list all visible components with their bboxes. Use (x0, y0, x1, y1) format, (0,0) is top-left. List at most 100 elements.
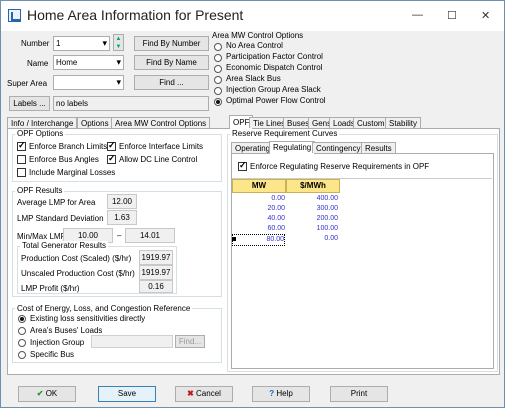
cancel-label: Cancel (196, 389, 221, 398)
table-cell[interactable]: 300.00 (286, 204, 338, 214)
table-cell[interactable]: 0.00 (286, 234, 338, 244)
super-area-dropdown[interactable] (53, 75, 124, 90)
table-cell[interactable]: 40.00 (232, 214, 285, 224)
table-cell[interactable]: 400.00 (286, 194, 338, 204)
name-dropdown[interactable]: Home (53, 55, 124, 70)
mw-radio-1[interactable] (214, 54, 222, 62)
mw-option-label: Area Slack Bus (226, 74, 281, 83)
avg-lmp-label: Average LMP for Area (17, 198, 96, 207)
table-cell[interactable]: 60.00 (232, 224, 285, 234)
lmp-profit-value: 0.16 (139, 280, 173, 293)
table-cell[interactable]: 20.00 (232, 204, 285, 214)
mw-radio-5[interactable] (214, 98, 222, 106)
column-header-mw[interactable]: MW (232, 179, 286, 193)
tab-stability[interactable]: Stability (385, 117, 422, 128)
check-icon: ✔ (36, 389, 46, 398)
number-dropdown[interactable]: 1 (53, 36, 110, 51)
table-cell[interactable]: 200.00 (286, 214, 338, 224)
cost-ref-radio-0[interactable] (18, 315, 26, 323)
print-button[interactable]: Print (330, 386, 388, 402)
table-cell[interactable]: 100.00 (286, 224, 338, 234)
max-lmp-value: 14.01 (125, 228, 175, 243)
cost-ref-find-button[interactable]: Find... (175, 335, 205, 348)
enforce-regulating-checkbox[interactable] (238, 160, 247, 171)
cost-ref-option-label: Specific Bus (30, 350, 75, 359)
mw-radio-0[interactable] (214, 43, 222, 51)
avg-lmp-value: 12.00 (107, 194, 137, 209)
ok-label: OK (45, 389, 58, 398)
cost-ref-radio-2[interactable] (18, 339, 26, 347)
cross-icon: ✖ (187, 389, 197, 398)
column-header-price[interactable]: $/MWh (286, 179, 340, 193)
reserve-tab-regulating[interactable]: Regulating (269, 141, 316, 154)
window-title: Home Area Information for Present (27, 7, 244, 23)
number-spinner[interactable]: ▲ ▼ (113, 34, 124, 51)
ok-button[interactable]: ✔ OK (18, 386, 76, 402)
gen-results-title: Total Generator Results (20, 241, 109, 250)
opf-results-title: OPF Results (15, 186, 65, 195)
minimize-button[interactable]: — (412, 9, 423, 21)
minmax-lmp-label: Min/Max LMP (17, 232, 66, 241)
include-marginal-losses-checkbox[interactable] (17, 168, 26, 177)
save-button[interactable]: Save (98, 386, 156, 402)
tab-options[interactable]: Options (77, 117, 113, 128)
allow-dc-line-label: Allow DC Line Control (119, 155, 198, 164)
row-marker (232, 237, 236, 241)
find-button[interactable]: Find ... (134, 75, 209, 90)
lmp-profit-label: LMP Profit ($/hr) (21, 284, 80, 293)
enforce-bus-angles-label: Enforce Bus Angles (29, 155, 99, 164)
scaled-cost-value: 1919.97 (139, 250, 173, 265)
cost-ref-radio-1[interactable] (18, 327, 26, 335)
mw-option-label: Injection Group Area Slack (226, 85, 321, 94)
enforce-regulating-label: Enforce Regulating Reserve Requirements … (250, 162, 430, 171)
reserve-tab-operating[interactable]: Operating (231, 142, 275, 153)
reserve-title: Reserve Requirement Curves (230, 129, 340, 138)
find-by-number-button[interactable]: Find By Number (134, 36, 209, 51)
name-label: Name (27, 59, 49, 68)
scaled-cost-label: Production Cost (Scaled) ($/hr) (21, 254, 132, 263)
mw-radio-4[interactable] (214, 87, 222, 95)
maximize-button[interactable]: ☐ (447, 9, 457, 22)
app-icon (8, 9, 21, 22)
unscaled-cost-label: Unscaled Production Cost ($/hr) (21, 269, 135, 278)
labels-button[interactable]: Labels ... (9, 96, 50, 111)
injection-group-field[interactable] (91, 335, 173, 348)
help-label: Help (276, 389, 293, 398)
reserve-tab-contingency[interactable]: Contingency (312, 142, 365, 153)
lmp-std-value: 1.63 (107, 210, 137, 225)
tab-info-interchange[interactable]: Info / Interchange (7, 117, 78, 128)
mw-option-label: Optimal Power Flow Control (226, 96, 326, 105)
mw-control-title: Area MW Control Options (212, 31, 304, 40)
enforce-bus-angles-checkbox[interactable] (17, 155, 26, 164)
mw-radio-2[interactable] (214, 65, 222, 73)
cancel-button[interactable]: ✖ Cancel (175, 386, 233, 402)
cost-ref-title: Cost of Energy, Loss, and Congestion Ref… (15, 304, 193, 313)
opf-options-title: OPF Options (15, 129, 66, 138)
title-bar: Home Area Information for Present — ☐ ✕ (1, 1, 504, 31)
include-marginal-losses-label: Include Marginal Losses (29, 168, 116, 177)
lmp-std-label: LMP Standard Deviation (17, 214, 104, 223)
help-button[interactable]: ? Help (252, 386, 310, 402)
window: Home Area Information for Present — ☐ ✕ … (0, 0, 505, 408)
table-cell[interactable]: 0.00 (232, 194, 285, 204)
allow-dc-line-checkbox[interactable] (107, 153, 116, 164)
cost-ref-option-label: Area's Buses' Loads (30, 326, 103, 335)
enforce-branch-limits-checkbox[interactable] (17, 140, 26, 151)
cost-ref-radio-3[interactable] (18, 351, 26, 359)
tab-area-mw-control[interactable]: Area MW Control Options (111, 117, 211, 128)
enforce-interface-limits-checkbox[interactable] (107, 140, 116, 151)
mw-option-label: Participation Factor Control (226, 52, 323, 61)
unscaled-cost-value: 1919.97 (139, 265, 173, 280)
enforce-interface-limits-label: Enforce Interface Limits (119, 142, 204, 151)
mw-radio-3[interactable] (214, 76, 222, 84)
close-button[interactable]: ✕ (481, 9, 490, 22)
reserve-table: MW $/MWh 0.00 400.00 20.00 300.00 40.00 … (232, 178, 492, 366)
find-by-name-button[interactable]: Find By Name (134, 55, 209, 70)
table-cell-selected[interactable]: 80.00 (232, 234, 285, 246)
number-label: Number (21, 39, 50, 48)
enforce-branch-limits-label: Enforce Branch Limits (29, 142, 108, 151)
mw-option-label: No Area Control (226, 41, 283, 50)
cost-ref-option-label: Existing loss sensitivities directly (30, 314, 146, 323)
reserve-tab-results[interactable]: Results (361, 142, 396, 153)
tab-custom[interactable]: Custom (353, 117, 389, 128)
